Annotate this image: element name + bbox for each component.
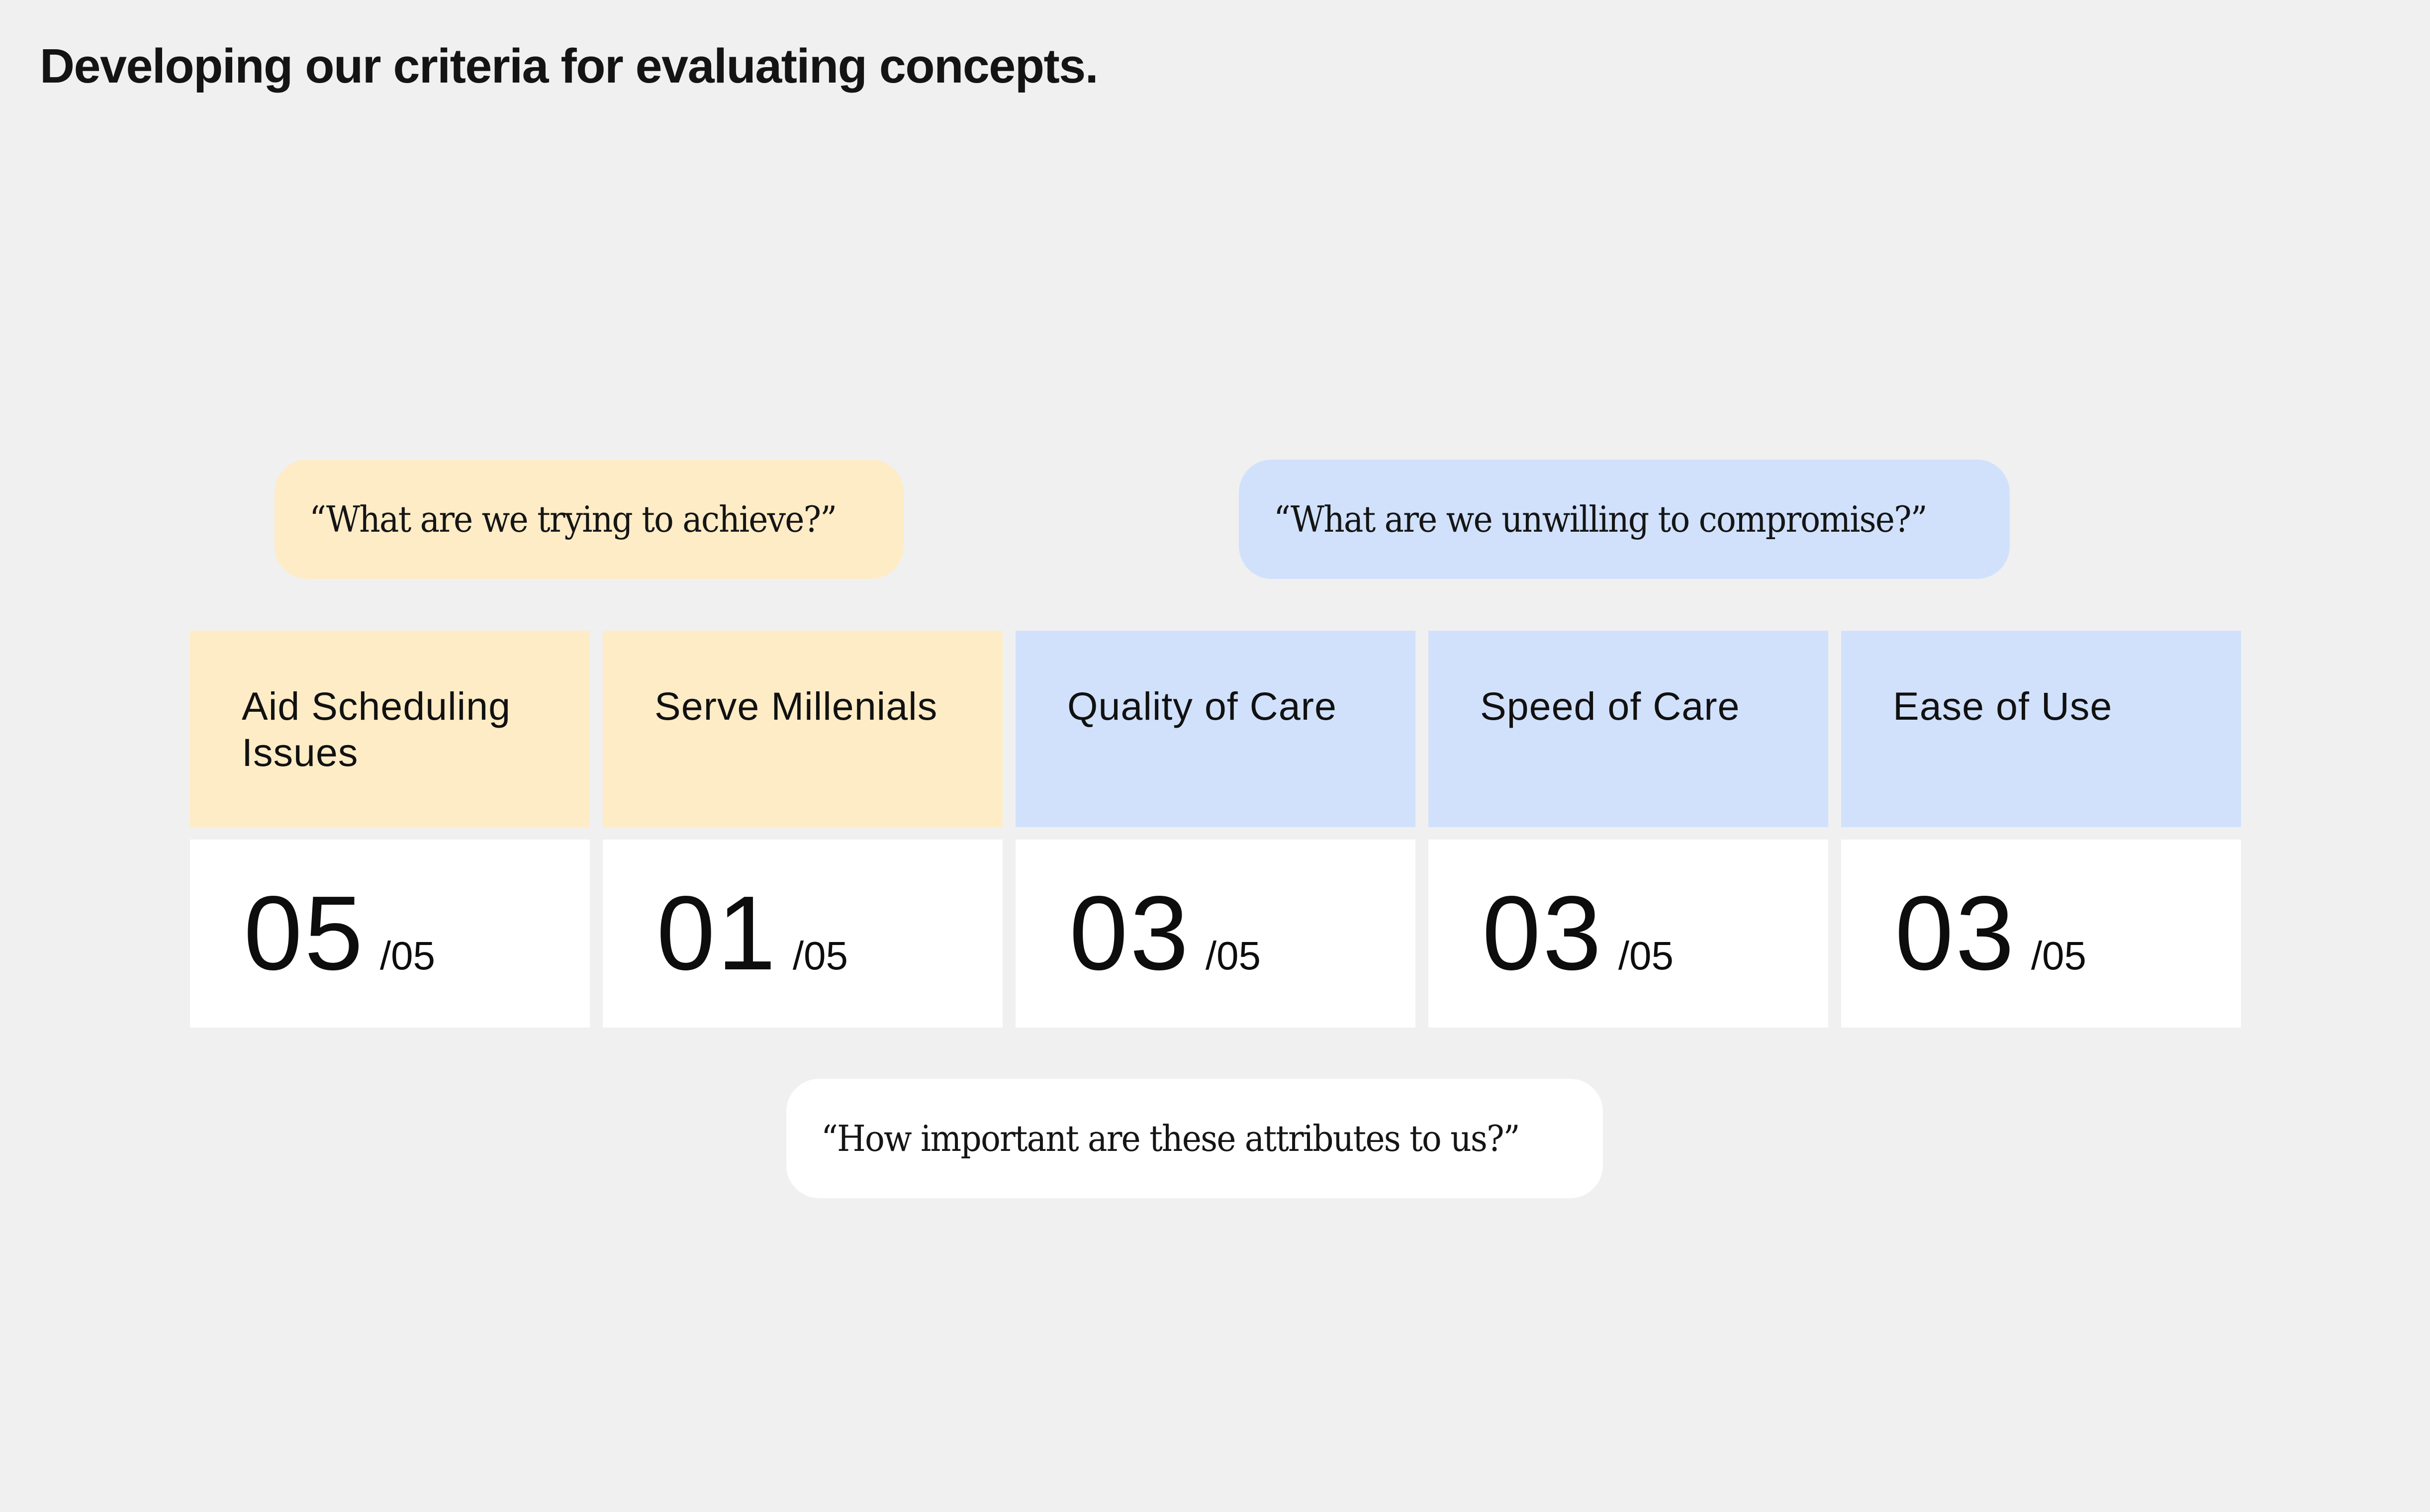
- criterion-header-speed-of-care[interactable]: Speed of Care: [1428, 631, 1828, 827]
- score-value: 05: [244, 874, 365, 992]
- score-card-ease-of-use[interactable]: 03/05: [1841, 840, 2241, 1028]
- criteria-grid: Aid Scheduling Issues Serve Millenials Q…: [190, 631, 2241, 1028]
- criterion-header-aid-scheduling[interactable]: Aid Scheduling Issues: [190, 631, 590, 827]
- score-value: 03: [1482, 874, 1603, 992]
- prompt-achieve-text: “What are we trying to achieve?”: [309, 498, 837, 540]
- score-card-aid-scheduling[interactable]: 05/05: [190, 840, 590, 1028]
- prompt-importance[interactable]: “How important are these attributes to u…: [786, 1079, 1603, 1198]
- page-title: Developing our criteria for evaluating c…: [40, 39, 1099, 93]
- criterion-label: Quality of Care: [1067, 684, 1337, 728]
- score-value: 03: [1895, 874, 2016, 992]
- score-max: /05: [379, 934, 436, 978]
- criterion-header-serve-millenials[interactable]: Serve Millenials: [603, 631, 1003, 827]
- score-value: 03: [1069, 874, 1191, 992]
- criterion-label: Serve Millenials: [654, 684, 938, 728]
- score-card-speed-of-care[interactable]: 03/05: [1428, 840, 1828, 1028]
- prompt-achieve[interactable]: “What are we trying to achieve?”: [275, 460, 904, 579]
- criterion-label: Ease of Use: [1893, 684, 2113, 728]
- criterion-label: Speed of Care: [1480, 684, 1740, 728]
- criterion-header-ease-of-use[interactable]: Ease of Use: [1841, 631, 2241, 827]
- score-card-serve-millenials[interactable]: 01/05: [603, 840, 1003, 1028]
- score-card-quality-of-care[interactable]: 03/05: [1016, 840, 1415, 1028]
- criterion-header-quality-of-care[interactable]: Quality of Care: [1016, 631, 1415, 827]
- criterion-label: Aid Scheduling Issues: [242, 684, 511, 774]
- score-max: /05: [1205, 934, 1261, 978]
- score-value: 01: [656, 874, 778, 992]
- score-max: /05: [2031, 934, 2087, 978]
- prompt-importance-text: “How important are these attributes to u…: [821, 1118, 1520, 1159]
- score-max: /05: [792, 934, 848, 978]
- prompt-compromise-text: “What are we unwilling to compromise?”: [1274, 498, 1928, 540]
- prompt-compromise[interactable]: “What are we unwilling to compromise?”: [1239, 460, 2010, 579]
- score-max: /05: [1618, 934, 1674, 978]
